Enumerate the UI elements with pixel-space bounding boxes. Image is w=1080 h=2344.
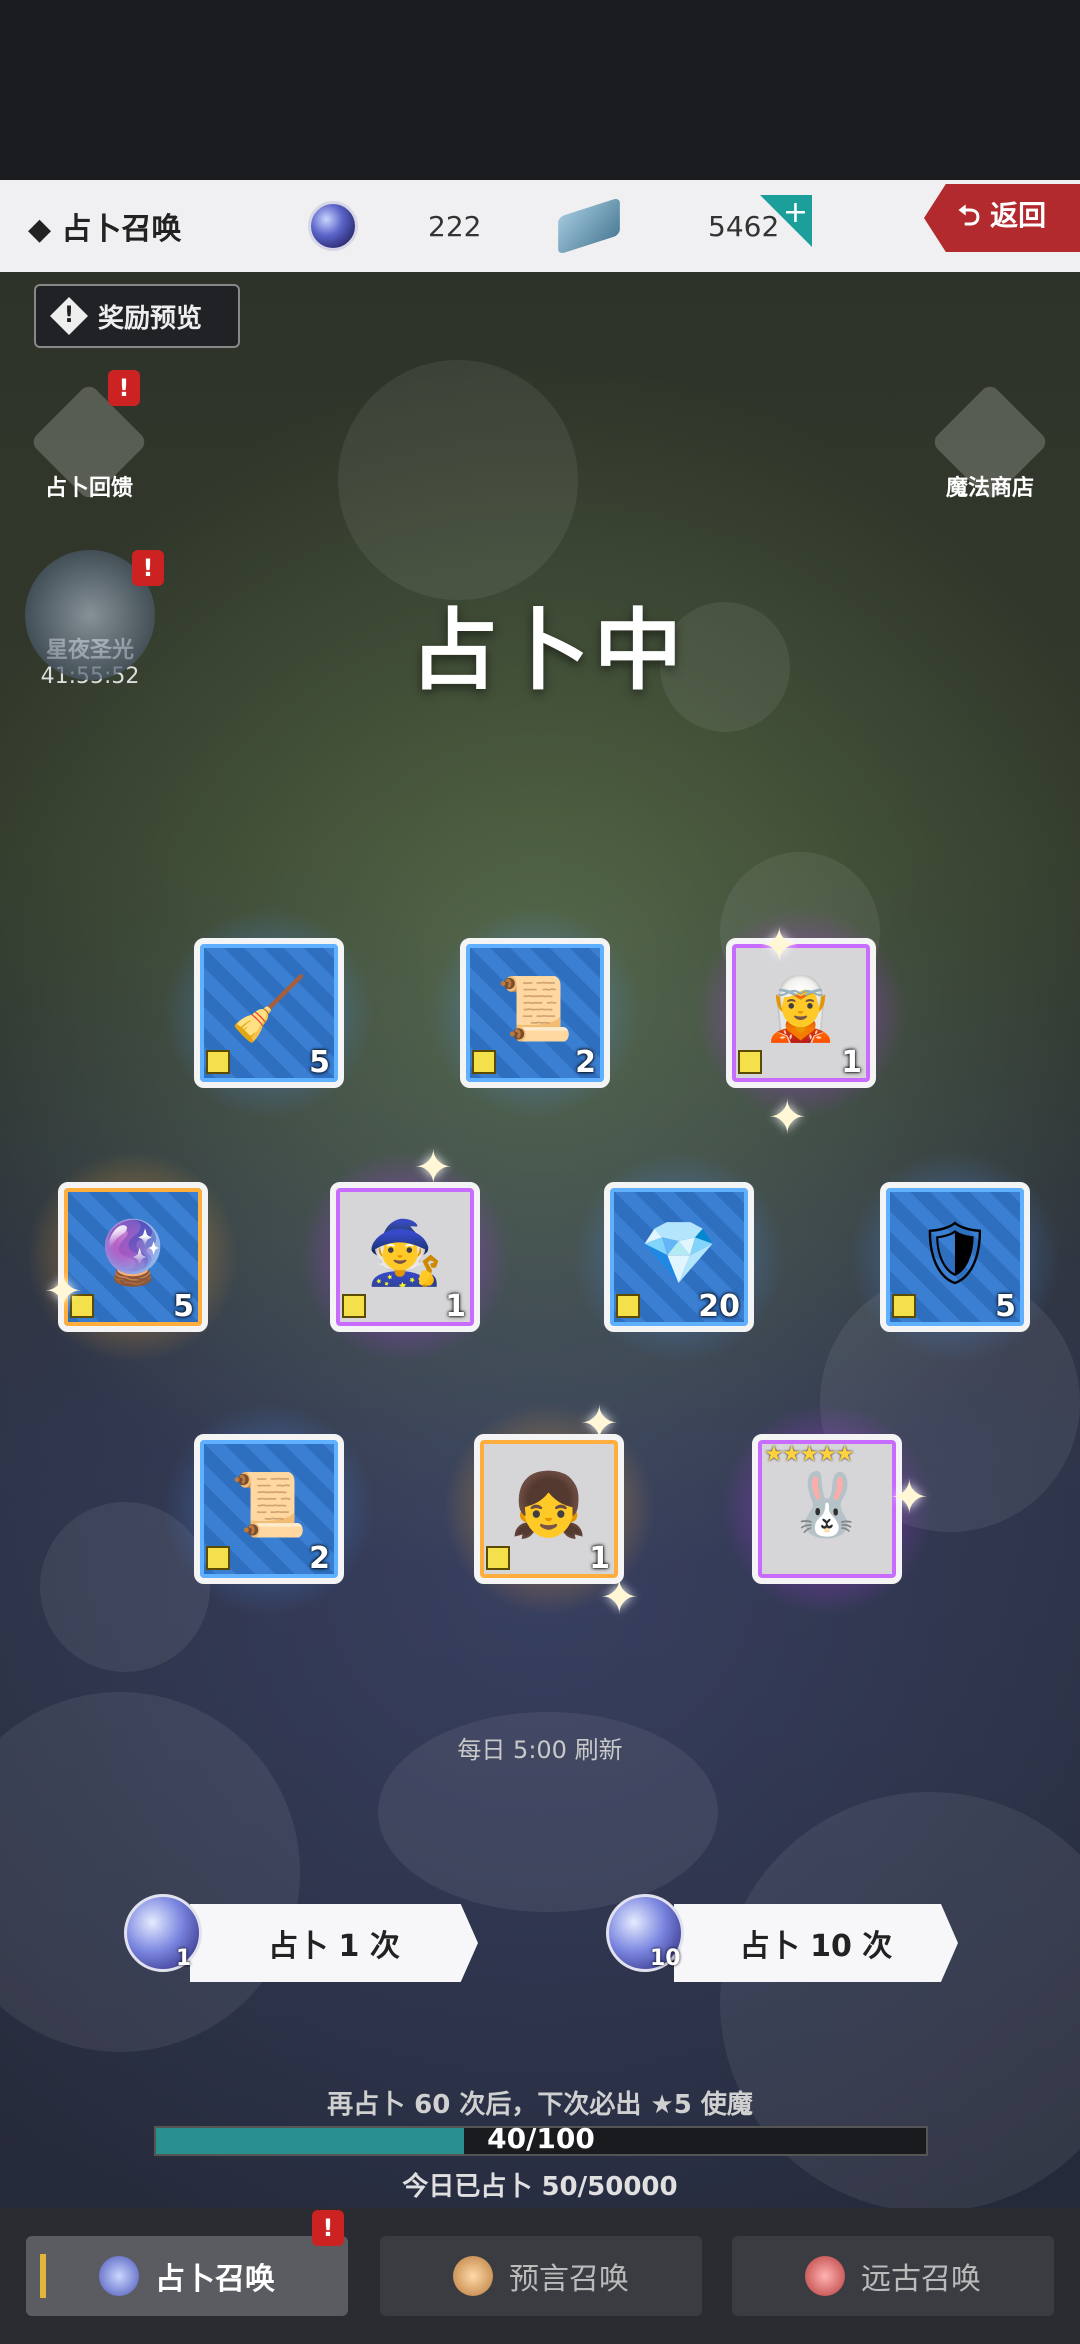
pity-progress-label: 40/100 — [487, 2122, 595, 2155]
sparkle-icon: ✦ — [600, 1570, 639, 1624]
shield-icon: 🛡 — [915, 1216, 995, 1289]
orb-count: 222 — [428, 209, 482, 243]
reward-preview-label: 奖励预览 — [98, 303, 203, 334]
result-item-blue-scroll[interactable]: 📜 2 — [420, 898, 650, 1128]
type-tag-icon — [206, 1050, 230, 1074]
item-quantity: 5 — [173, 1289, 194, 1324]
result-item-blue-scroll-2[interactable]: 📜 2 — [154, 1394, 384, 1624]
pity-info-text: 再占卜 60 次后，下次必出 ★5 使魔 — [327, 2090, 753, 2120]
type-tag-icon — [342, 1294, 366, 1318]
summon-ten-label: 占卜 10 次 — [739, 1929, 893, 1964]
reward-preview-button[interactable]: ! 奖励预览 — [34, 284, 240, 348]
today-count-text: 今日已占卜 50/50000 — [402, 2172, 678, 2202]
character-portrait-icon: 👧 — [510, 1468, 588, 1541]
pity-progress-bar: 40/100 — [154, 2122, 928, 2156]
sparkle-icon: ✦ — [768, 1090, 807, 1144]
item-card: 📜 2 — [460, 938, 610, 1088]
item-quantity: 5 — [995, 1289, 1016, 1324]
back-button[interactable]: ⮌ 返回 — [924, 184, 1080, 252]
type-tag-icon — [206, 1546, 230, 1570]
type-tag-icon — [486, 1546, 510, 1570]
summon-once-label: 占卜 1 次 — [268, 1929, 400, 1964]
item-card: 🐰 ★★★★★ — [752, 1434, 902, 1584]
bg-bubble — [338, 360, 578, 600]
item-card: 🛡 5 — [880, 1182, 1030, 1332]
broom-icon: 🧹 — [230, 972, 308, 1045]
item-quantity: 1 — [841, 1045, 862, 1080]
sparkle-icon: ✦ — [44, 1264, 83, 1318]
tab-ancient-summon[interactable]: 远古召唤 — [732, 2236, 1054, 2316]
notification-badge-icon: ! — [132, 550, 164, 586]
feedback-button[interactable]: 占卜回馈 ! — [24, 370, 154, 502]
scroll-icon: 📜 — [496, 972, 574, 1045]
top-safe-area — [0, 0, 1080, 180]
orb-currency: 222 — [308, 201, 481, 251]
tab-label: 远古召唤 — [861, 2262, 981, 2297]
item-card: 👧 1 — [474, 1434, 624, 1584]
item-quantity: 20 — [698, 1289, 740, 1324]
crystal-icon: 💎 — [640, 1216, 718, 1289]
notification-badge-icon: ! — [312, 2210, 344, 2246]
gem-count: 5462 — [708, 209, 780, 243]
result-item-shield[interactable]: 🛡 5 — [840, 1142, 1070, 1372]
type-tag-icon — [738, 1050, 762, 1074]
summon-once-cost: 1 — [176, 1946, 192, 1971]
sparkle-icon: ✦ — [414, 1140, 453, 1194]
type-tag-icon — [616, 1294, 640, 1318]
character-portrait-icon: 🧙 — [366, 1216, 444, 1289]
bottom-tab-bar: 占卜召唤 ! 预言召唤 远古召唤 — [0, 2208, 1080, 2344]
type-tag-icon — [472, 1050, 496, 1074]
daily-refresh-text: 每日 5:00 刷新 — [457, 1736, 623, 1764]
divining-status-text: 占卜中 — [410, 599, 687, 702]
type-tag-icon — [892, 1294, 916, 1318]
tab-prophecy-summon[interactable]: 预言召唤 — [380, 2236, 702, 2316]
tab-divination-summon[interactable]: 占卜召唤 ! — [26, 2210, 348, 2316]
orb-icon — [453, 2256, 493, 2296]
header-bar: ◆ 占卜召唤 222 5462 — [0, 180, 1080, 272]
alert-icon: ! — [50, 297, 88, 335]
gem-icon — [558, 197, 620, 255]
item-quantity: 1 — [445, 1289, 466, 1324]
tab-label: 预言召唤 — [509, 2262, 629, 2297]
scroll-icon: 📜 — [230, 1468, 308, 1541]
result-item-character-white-hair[interactable]: 👧 1 — [434, 1394, 664, 1624]
magic-shop-button[interactable]: 魔法商店 — [920, 382, 1060, 502]
item-quantity: 2 — [575, 1045, 596, 1080]
summon-once-button[interactable]: 占卜 1 次 — [190, 1904, 478, 1982]
item-quantity: 5 — [309, 1045, 330, 1080]
summon-ten-button[interactable]: 占卜 10 次 — [674, 1904, 958, 1982]
sparkle-icon: ✦ — [580, 1396, 619, 1450]
sparkle-icon: ✦ — [760, 918, 799, 972]
page-title: ◆ 占卜召唤 — [28, 212, 182, 247]
rabbit-icon: 🐰 — [788, 1468, 866, 1541]
item-card: 🧙 1 — [330, 1182, 480, 1332]
character-portrait-icon: 🧝 — [762, 972, 840, 1045]
fragment-icon: 🔮 — [94, 1216, 172, 1289]
result-item-character-witch[interactable]: 🧙 1 — [290, 1142, 520, 1372]
sparkle-icon: ✦ — [890, 1470, 929, 1524]
result-item-purple-crystal[interactable]: 💎 20 — [564, 1142, 794, 1372]
result-item-rabbit-pet[interactable]: 🐰 ★★★★★ — [712, 1394, 942, 1624]
notification-badge-icon: ! — [108, 370, 140, 406]
item-card: 🧝 1 — [726, 938, 876, 1088]
item-card: 💎 20 — [604, 1182, 754, 1332]
starnight-event-button[interactable]: 星夜圣光 41:55:52 ! — [20, 550, 164, 689]
item-card: 📜 2 — [194, 1434, 344, 1584]
result-item-character-flower-girl[interactable]: 🧝 1 — [686, 898, 916, 1128]
crystal-ball-icon — [99, 2256, 139, 2296]
crystal-ball-icon — [308, 201, 358, 251]
gem-currency: 5462 — [558, 197, 780, 255]
summon-ten-cost: 10 — [650, 1946, 681, 1971]
result-item-broom[interactable]: 🧹 5 — [154, 898, 384, 1128]
item-quantity: 2 — [309, 1541, 330, 1576]
orb-icon — [805, 2256, 845, 2296]
star-rating: ★★★★★ — [764, 1442, 855, 1467]
tab-label: 占卜召唤 — [155, 2262, 275, 2297]
item-card: 🧹 5 — [194, 938, 344, 1088]
